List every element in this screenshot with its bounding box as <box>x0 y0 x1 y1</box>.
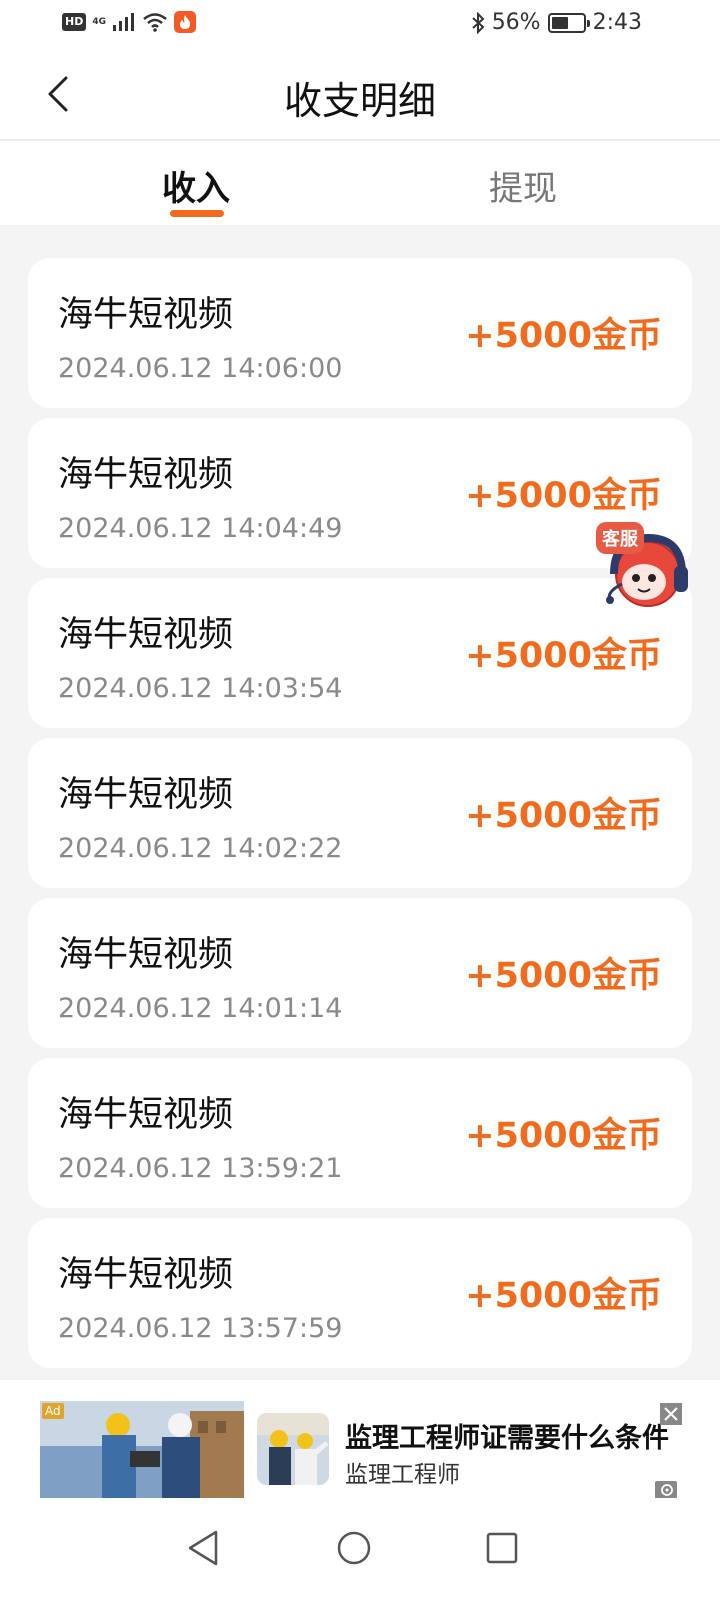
triangle-back-icon <box>188 1530 218 1566</box>
circle-home-icon <box>337 1531 371 1565</box>
record-timestamp: 2024.06.12 14:02:22 <box>58 833 343 864</box>
record-amount: +5000金币 <box>465 956 662 996</box>
bluetooth-icon <box>472 11 485 34</box>
battery-fill <box>551 16 569 29</box>
ad-thumbnail-image <box>257 1413 329 1485</box>
ad-photo-image <box>40 1401 244 1501</box>
wifi-icon <box>143 13 167 32</box>
record-timestamp: 2024.06.12 14:04:49 <box>58 513 343 544</box>
status-left: HD 4G <box>62 11 196 33</box>
record-amount: +5000金币 <box>465 1116 662 1156</box>
record-timestamp: 2024.06.12 13:59:21 <box>58 1153 343 1184</box>
nav-recents-button[interactable] <box>477 1523 527 1573</box>
hd-badge: HD <box>62 13 87 31</box>
record-source-name: 海牛短视频 <box>58 1255 234 1295</box>
record-card[interactable]: 海牛短视频 2024.06.12 14:03:54 +5000金币 <box>28 578 692 728</box>
battery-percent: 56% <box>491 10 541 35</box>
record-source-name: 海牛短视频 <box>58 615 234 655</box>
ad-info-icon[interactable] <box>655 1481 677 1499</box>
record-source-name: 海牛短视频 <box>58 935 234 975</box>
ad-choice-icon <box>661 1484 673 1496</box>
ad-close-button[interactable] <box>660 1403 682 1425</box>
record-list[interactable]: 海牛短视频 2024.06.12 14:06:00 +5000金币 海牛短视频 2024… <box>28 258 692 1380</box>
ad-title[interactable]: 监理工程师证需要什么条件 <box>345 1416 675 1455</box>
nav-back-button[interactable] <box>178 1523 228 1573</box>
record-source-name: 海牛短视频 <box>58 1095 234 1135</box>
nav-header: 收支明细 <box>0 50 720 140</box>
status-time: 2:43 <box>592 10 642 35</box>
record-card[interactable]: 海牛短视频 2024.06.12 14:02:22 +5000金币 <box>28 738 692 888</box>
record-source-name: 海牛短视频 <box>58 455 234 495</box>
tab-bar: 收入 提现 <box>0 141 720 225</box>
ad-banner[interactable]: Ad 监理工程师证需要什么条件 监理工程师 <box>0 1380 720 1501</box>
record-amount: +5000金币 <box>465 796 662 836</box>
square-recents-icon <box>486 1532 518 1564</box>
record-card[interactable]: 海牛短视频 2024.06.12 14:04:49 +5000金币 <box>28 418 692 568</box>
close-icon <box>664 1407 678 1421</box>
ad-photo[interactable]: Ad <box>40 1401 244 1501</box>
record-source-name: 海牛短视频 <box>58 775 234 815</box>
ad-thumbnail[interactable] <box>257 1413 329 1485</box>
status-bar: HD 4G 56% 2:43 <box>0 0 720 50</box>
record-amount: +5000金币 <box>465 636 662 676</box>
nav-home-button[interactable] <box>329 1523 379 1573</box>
ad-tag: Ad <box>42 1403 64 1419</box>
record-card[interactable]: 海牛短视频 2024.06.12 13:59:21 +5000金币 <box>28 1058 692 1208</box>
record-amount: +5000金币 <box>465 1276 662 1316</box>
status-right: 56% 2:43 <box>471 10 642 35</box>
record-timestamp: 2024.06.12 14:03:54 <box>58 673 343 704</box>
signal-icon <box>113 13 134 31</box>
record-timestamp: 2024.06.12 14:06:00 <box>58 353 343 384</box>
flame-app-icon <box>174 11 196 33</box>
record-amount: +5000金币 <box>465 476 662 516</box>
active-tab-indicator <box>170 210 224 217</box>
system-nav-bar <box>0 1498 720 1600</box>
customer-service-label: 客服 <box>596 522 644 554</box>
record-card[interactable]: 海牛短视频 2024.06.12 14:01:14 +5000金币 <box>28 898 692 1048</box>
record-timestamp: 2024.06.12 14:01:14 <box>58 993 343 1024</box>
page-title: 收支明细 <box>283 79 436 123</box>
battery-cap <box>586 19 590 27</box>
network-type: 4G <box>92 16 106 27</box>
battery-icon <box>547 12 590 33</box>
tab-income[interactable]: 收入 <box>116 161 276 210</box>
record-card[interactable]: 海牛短视频 2024.06.12 14:06:00 +5000金币 <box>28 258 692 408</box>
tab-withdraw[interactable]: 提现 <box>443 161 603 210</box>
customer-service-button[interactable]: 客服 <box>596 522 696 614</box>
record-timestamp: 2024.06.12 13:57:59 <box>58 1313 343 1344</box>
record-source-name: 海牛短视频 <box>58 295 234 335</box>
record-amount: +5000金币 <box>465 316 662 356</box>
ad-subtitle: 监理工程师 <box>345 1462 460 1488</box>
record-card[interactable]: 海牛短视频 2024.06.12 13:57:59 +5000金币 <box>28 1218 692 1368</box>
